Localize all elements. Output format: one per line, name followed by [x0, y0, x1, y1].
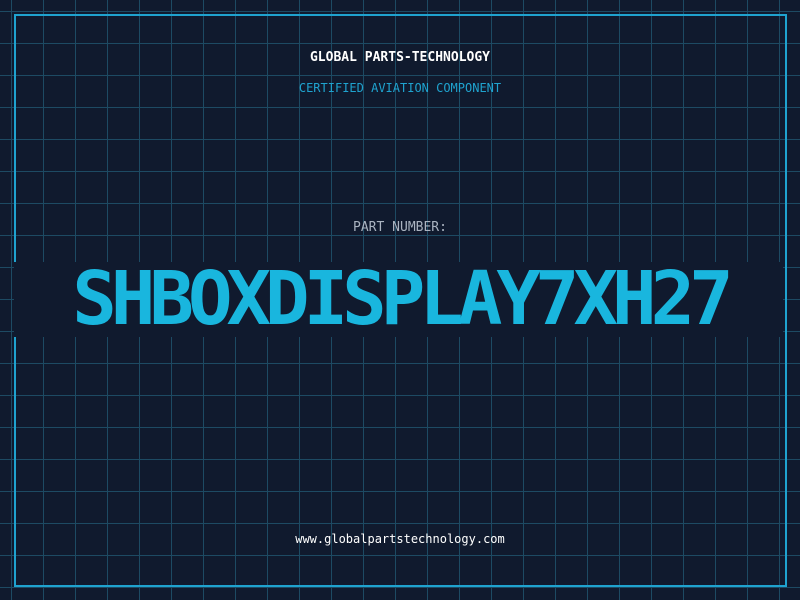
- company-name: GLOBAL PARTS-TECHNOLOGY: [309, 50, 490, 65]
- part-number-value: SHBOXDISPLAY7XH27: [72, 256, 733, 342]
- part-number-label: PART NUMBER:: [353, 220, 447, 235]
- website-url: www.globalpartstechnology.com: [295, 532, 505, 546]
- certification-subtitle: CERTIFIED AVIATION COMPONENT: [298, 81, 502, 95]
